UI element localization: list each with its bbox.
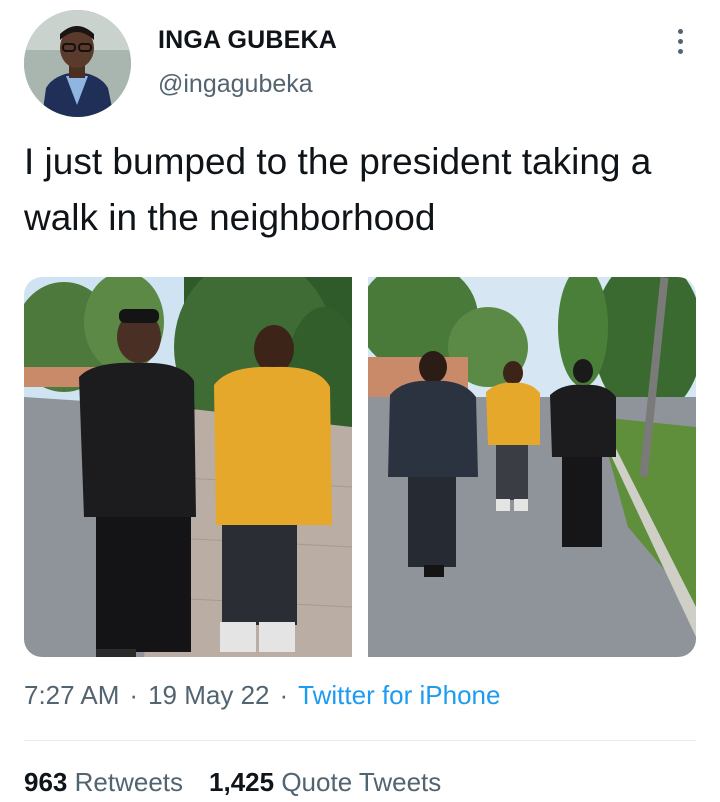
tweet-meta: 7:27 AM · 19 May 22 · Twitter for iPhone: [24, 680, 500, 711]
tweet-text: I just bumped to the president taking a …: [24, 141, 652, 238]
photo-2[interactable]: [368, 277, 696, 657]
avatar-image: [24, 10, 131, 117]
quote-tweets-label: Quote Tweets: [281, 767, 442, 797]
retweets-stat[interactable]: 963 Retweets: [24, 767, 183, 798]
meta-separator: ·: [279, 680, 289, 710]
quote-tweets-stat[interactable]: 1,425 Quote Tweets: [209, 767, 441, 798]
more-dot: [677, 28, 683, 34]
avatar[interactable]: [24, 10, 131, 117]
tweet-media: [24, 277, 696, 657]
more-dot: [677, 38, 683, 44]
photo-street-portrait: [24, 277, 352, 657]
photo-walk: [368, 277, 696, 657]
quote-tweets-count: 1,425: [209, 767, 275, 797]
tweet-date[interactable]: 19 May 22: [148, 680, 269, 711]
divider: [24, 740, 696, 741]
more-options-icon[interactable]: [666, 24, 694, 58]
tweet-time[interactable]: 7:27 AM: [24, 680, 119, 711]
retweets-count: 963: [24, 767, 68, 797]
more-dot: [677, 48, 683, 54]
meta-separator: ·: [129, 680, 139, 710]
author-name[interactable]: INGA GUBEKA: [158, 26, 337, 55]
tweet-source-link[interactable]: Twitter for iPhone: [298, 680, 500, 711]
photo-1[interactable]: [24, 277, 352, 657]
tweet-stats: 963 Retweets 1,425 Quote Tweets: [24, 767, 441, 798]
author-handle[interactable]: @ingagubeka: [158, 70, 313, 99]
retweets-label: Retweets: [74, 767, 184, 797]
